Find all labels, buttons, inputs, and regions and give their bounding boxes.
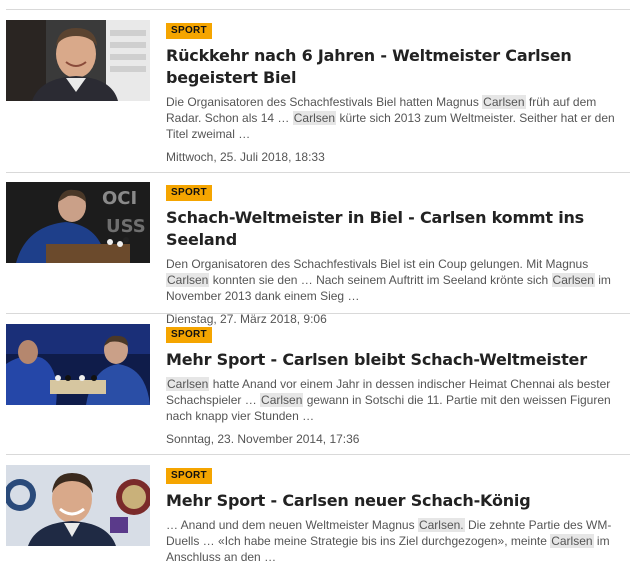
category-badge: SPORT: [166, 468, 212, 484]
chess-player-image: OCI USS: [6, 182, 150, 263]
chess-match-image: [6, 324, 150, 405]
article-thumbnail[interactable]: OCI USS: [6, 182, 150, 263]
article-title[interactable]: Schach-Weltmeister in Biel - Carlsen kom…: [166, 207, 626, 251]
category-badge: SPORT: [166, 327, 212, 343]
search-highlight: Carlsen: [166, 377, 210, 391]
list-item[interactable]: OCI USS SPORT Schach-Weltmeister in Biel…: [6, 172, 630, 326]
article-title[interactable]: Rückkehr nach 6 Jahren - Weltmeister Car…: [166, 45, 626, 89]
list-item[interactable]: SPORT Rückkehr nach 6 Jahren - Weltmeist…: [6, 9, 630, 164]
search-highlight: Carlsen: [260, 393, 304, 407]
article-teaser: Den Organisatoren des Schachfestivals Bi…: [166, 256, 626, 304]
svg-text:OCI: OCI: [102, 188, 137, 209]
article-teaser: … Anand und dem neuen Weltmeister Magnus…: [166, 517, 626, 564]
article-thumbnail[interactable]: [6, 324, 150, 405]
portrait-image: [6, 20, 150, 101]
category-badge: SPORT: [166, 23, 212, 39]
article-thumbnail[interactable]: [6, 20, 150, 101]
list-item[interactable]: SPORT Mehr Sport - Carlsen bleibt Schach…: [6, 313, 630, 446]
svg-text:USS: USS: [106, 216, 146, 237]
category-badge: SPORT: [166, 185, 212, 201]
article-date: Sonntag, 23. November 2014, 17:36: [166, 432, 360, 446]
list-item[interactable]: SPORT Mehr Sport - Carlsen neuer Schach-…: [6, 454, 630, 564]
teaser-text: Die Organisatoren des Schachfestivals Bi…: [166, 95, 483, 109]
teaser-text: … Anand und dem neuen Weltmeister Magnus: [166, 518, 418, 532]
search-highlight: Carlsen: [551, 273, 595, 287]
search-highlight: Carlsen.: [417, 518, 465, 532]
article-teaser: Carlsen hatte Anand vor einem Jahr in de…: [166, 376, 626, 424]
article-title[interactable]: Mehr Sport - Carlsen bleibt Schach-Weltm…: [166, 349, 626, 371]
teaser-text: konnten sie den … Nach seinem Auftritt i…: [209, 273, 552, 287]
search-highlight: Carlsen: [550, 534, 594, 548]
article-teaser: Die Organisatoren des Schachfestivals Bi…: [166, 94, 626, 142]
teaser-text: Den Organisatoren des Schachfestivals Bi…: [166, 257, 589, 271]
search-highlight: Carlsen: [292, 111, 337, 125]
article-date: Mittwoch, 25. Juli 2018, 18:33: [166, 150, 325, 164]
article-thumbnail[interactable]: [6, 465, 150, 546]
search-highlight: Carlsen: [166, 273, 210, 287]
article-title[interactable]: Mehr Sport - Carlsen neuer Schach-König: [166, 490, 626, 512]
portrait-image: [6, 465, 150, 546]
search-highlight: Carlsen: [482, 95, 526, 109]
